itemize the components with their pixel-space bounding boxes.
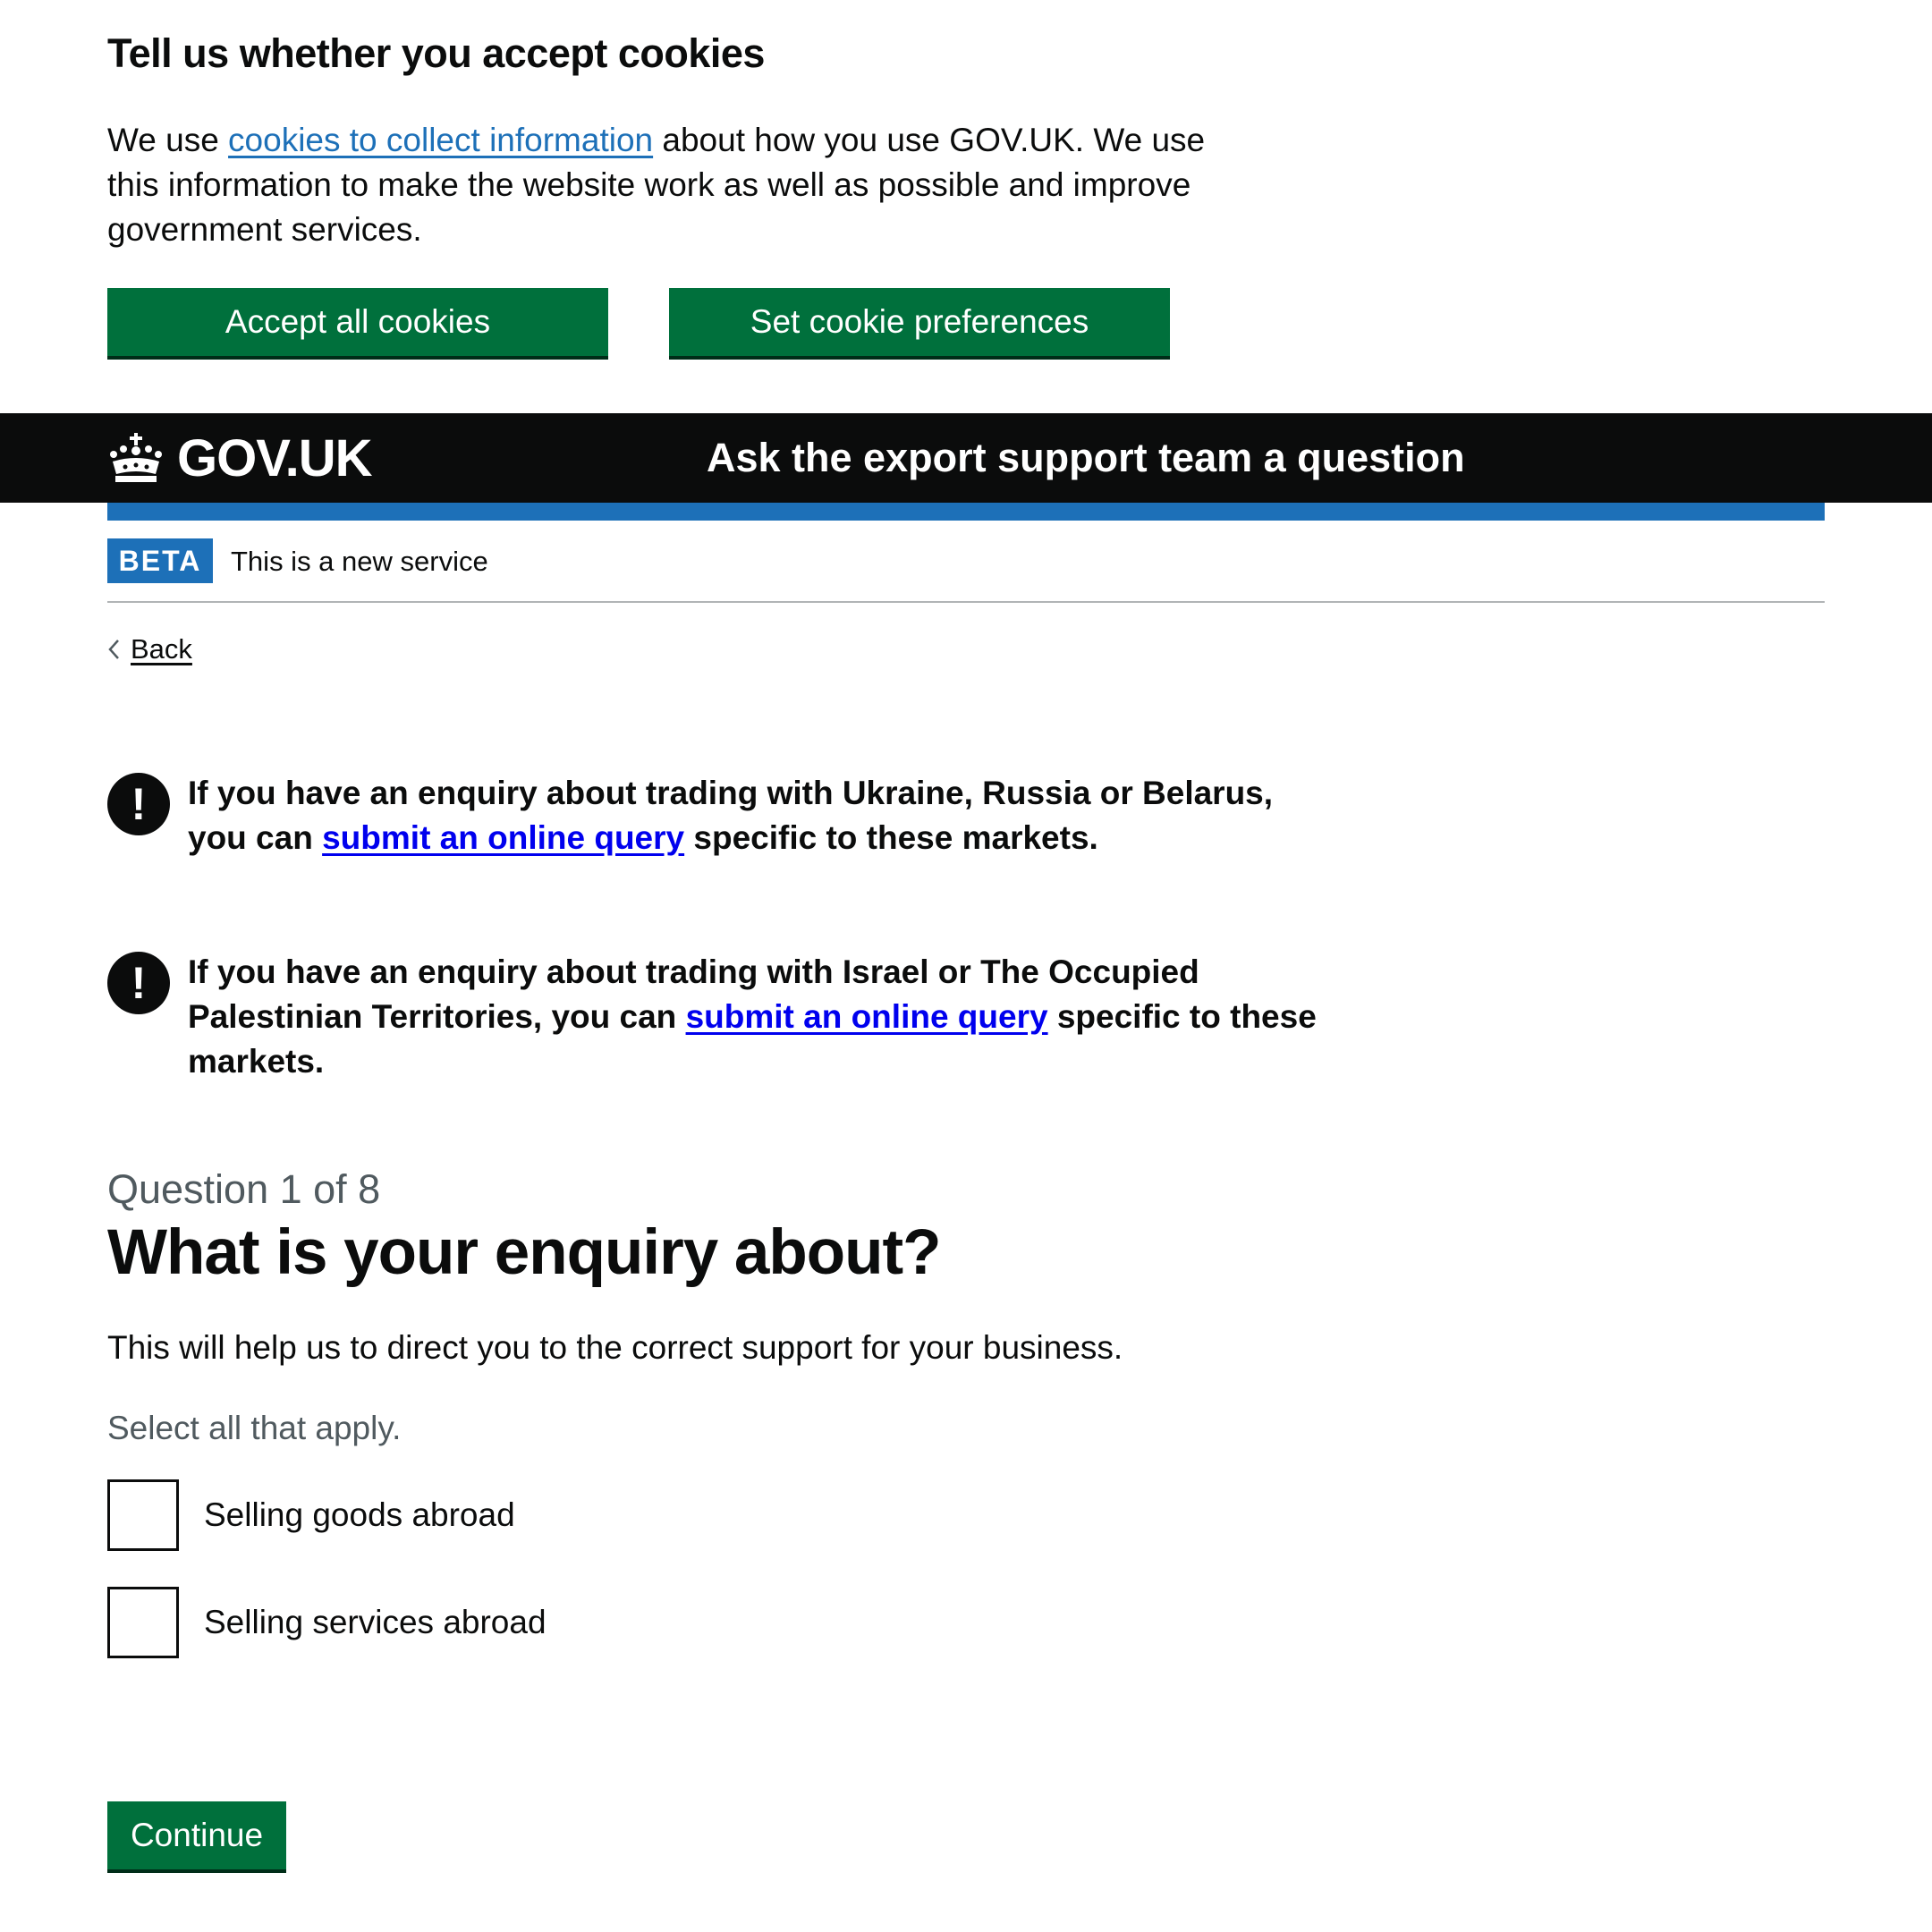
selling-goods-checkbox[interactable]: [107, 1479, 179, 1551]
cookie-banner-heading: Tell us whether you accept cookies: [107, 30, 765, 76]
accept-all-cookies-button[interactable]: Accept all cookies: [107, 288, 608, 356]
submit-online-query-link[interactable]: submit an online query: [686, 998, 1048, 1035]
crown-icon: [110, 433, 162, 482]
warning-icon: !: [107, 773, 170, 835]
checkbox-label[interactable]: Selling services abroad: [204, 1604, 547, 1641]
back-link[interactable]: Back: [107, 630, 192, 669]
logo-text: GOV.UK: [177, 428, 372, 487]
checkbox-item-selling-services: Selling services abroad: [107, 1587, 547, 1658]
set-cookie-preferences-button[interactable]: Set cookie preferences: [669, 288, 1170, 356]
question-caption: Question 1 of 8: [107, 1166, 381, 1212]
warning-message: If you have an enquiry about trading wit…: [188, 771, 1333, 860]
cookie-text-start: We use: [107, 122, 229, 158]
chevron-left-icon: [108, 640, 119, 659]
warning-text-end: specific to these markets.: [684, 819, 1098, 856]
beta-tag: BETA: [107, 538, 213, 583]
continue-button[interactable]: Continue: [107, 1801, 286, 1869]
page-title: What is your enquiry about?: [107, 1217, 942, 1288]
checkbox-item-selling-goods: Selling goods abroad: [107, 1479, 515, 1551]
phase-banner: BETA This is a new service: [107, 538, 1825, 603]
back-link-label: Back: [131, 633, 192, 665]
phase-banner-text: This is a new service: [231, 546, 488, 577]
govuk-logo-link[interactable]: GOV.UK: [107, 413, 372, 503]
page: Tell us whether you accept cookies We us…: [0, 0, 1932, 1932]
select-all-hint: Select all that apply.: [107, 1410, 402, 1446]
warning-icon: !: [107, 952, 170, 1014]
site-header: GOV.UK Ask the export support team a que…: [0, 413, 1932, 503]
warning-message: If you have an enquiry about trading wit…: [188, 950, 1333, 1084]
selling-services-checkbox[interactable]: [107, 1587, 179, 1658]
checkbox-label[interactable]: Selling goods abroad: [204, 1496, 515, 1534]
submit-online-query-link[interactable]: submit an online query: [322, 819, 684, 856]
header-blue-bar: [107, 503, 1825, 521]
question-hint: This will help us to direct you to the c…: [107, 1329, 1123, 1366]
service-name-link[interactable]: Ask the export support team a question: [707, 413, 1465, 503]
cookie-banner-text: We use cookies to collect information ab…: [107, 118, 1225, 252]
cookies-info-link[interactable]: cookies to collect information: [228, 122, 653, 158]
